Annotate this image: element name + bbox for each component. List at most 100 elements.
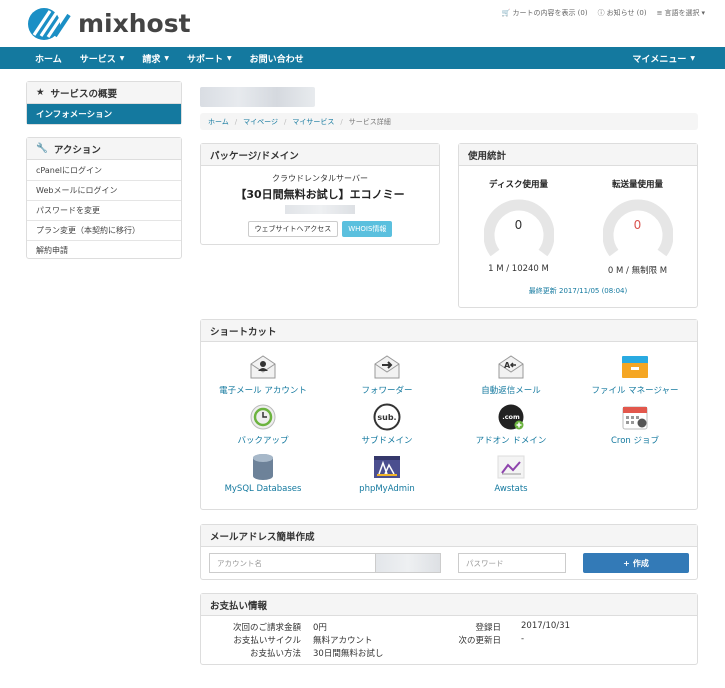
panel-title: メールアドレス簡単作成	[210, 531, 315, 543]
shortcut-cron-jobs[interactable]: Cron ジョブ	[573, 402, 697, 446]
cart-link[interactable]: 🛒 カートの内容を表示 (0)	[502, 8, 588, 18]
password-input[interactable]: パスワード	[458, 553, 566, 573]
sidebar-item-change-password[interactable]: パスワードを変更	[27, 200, 181, 220]
top-links: 🛒 カートの内容を表示 (0) ⓘ お知らせ (0) ≡ 言語を選択 ▾	[502, 8, 705, 18]
nav-home[interactable]: ホーム	[26, 52, 71, 65]
language-icon: ≡	[656, 9, 663, 17]
shortcut-file-manager[interactable]: ファイル マネージャー	[573, 352, 697, 396]
panel-header: 使用統計	[459, 144, 697, 166]
cart-icon: 🛒	[501, 9, 511, 17]
shortcut-addon-domains[interactable]: .com アドオン ドメイン	[449, 402, 573, 446]
notices-link[interactable]: ⓘ お知らせ (0)	[598, 8, 647, 18]
shortcut-label: バックアップ	[237, 436, 289, 446]
bandwidth-gauge-value: 0	[633, 218, 642, 232]
payment-panel: お支払い情報 次回のご請求金額 0円 お支払いサイクル 無料アカウント お支払い…	[200, 593, 698, 665]
package-name: 【30日間無料お試し】エコノミー	[235, 188, 405, 201]
next-amount-value: 0円	[313, 623, 327, 633]
shortcut-label: 自動返信メール	[481, 386, 541, 396]
panel-header: 🔧 アクション	[27, 138, 181, 160]
sidebar-item-cpanel-login[interactable]: cPanelにログイン	[27, 160, 181, 180]
sidebar-item-cancel[interactable]: 解約申請	[27, 240, 181, 260]
panel-header: パッケージ/ドメイン	[201, 144, 439, 166]
nav-contact[interactable]: お問い合わせ	[241, 52, 313, 65]
shortcut-label: アドオン ドメイン	[475, 436, 547, 446]
cart-label: カートの内容を表示 (0)	[512, 9, 588, 17]
breadcrumb-mypage[interactable]: マイページ	[243, 117, 278, 127]
breadcrumb-home[interactable]: ホーム	[208, 117, 229, 127]
wrench-icon: 🔧	[36, 143, 48, 154]
shortcut-label: Awstats	[494, 484, 528, 494]
create-mail-button[interactable]: + 作成	[583, 553, 689, 573]
payment-details: 次回のご請求金額 0円 お支払いサイクル 無料アカウント お支払い方法 30日間…	[201, 616, 697, 664]
panel-title: お支払い情報	[210, 600, 268, 612]
redacted-domain-title	[200, 87, 315, 107]
addon-domains-icon: .com	[496, 402, 526, 432]
registration-date-value: 2017/10/31	[521, 621, 570, 631]
shortcuts-panel: ショートカット 電子メール アカウント フォワーダー A 自動返信メール ファイ…	[200, 319, 698, 510]
awstats-icon	[496, 452, 526, 482]
shortcut-phpmyadmin[interactable]: phpMyAdmin	[325, 452, 449, 494]
backup-icon	[248, 402, 278, 432]
shortcut-subdomains[interactable]: sub. サブドメイン	[325, 402, 449, 446]
shortcut-label: サブドメイン	[361, 436, 413, 446]
nav-contact-label: お問い合わせ	[249, 54, 304, 65]
chevron-down-icon: ▼	[119, 54, 125, 62]
sidebar-item-webmail-login[interactable]: Webメールにログイン	[27, 180, 181, 200]
visit-website-button[interactable]: ウェブサイトへアクセス	[247, 221, 339, 237]
redacted-domain-suffix	[376, 553, 441, 573]
account-name-input[interactable]: アカウント名	[209, 553, 376, 573]
language-select[interactable]: ≡ 言語を選択 ▾	[657, 8, 705, 18]
shortcut-label: フォワーダー	[361, 386, 413, 396]
top-header: mixhost 🛒 カートの内容を表示 (0) ⓘ お知らせ (0) ≡ 言語を選択 ▾	[0, 0, 725, 46]
whois-button[interactable]: WHOIS情報	[342, 221, 393, 237]
nav-support[interactable]: サポート ▼	[178, 52, 241, 65]
shortcut-label: phpMyAdmin	[359, 484, 415, 494]
panel-header: ★ サービスの概要	[27, 82, 181, 104]
shortcut-mysql-databases[interactable]: MySQL Databases	[201, 452, 325, 494]
shortcut-email-accounts[interactable]: 電子メール アカウント	[201, 352, 325, 396]
usage-columns: ディスク使用量 0 1 M / 10240 M 転送量使用量 0 0 M / 無…	[459, 166, 697, 276]
nav-my-menu[interactable]: マイメニュー ▼	[632, 47, 695, 69]
shortcut-label: MySQL Databases	[224, 484, 302, 494]
package-body: クラウドレンタルサーバー 【30日間無料お試し】エコノミー ウェブサイトへアクセ…	[201, 166, 439, 237]
nav-support-label: サポート	[187, 54, 224, 65]
mail-create-form: アカウント名 パスワード + 作成	[201, 547, 697, 579]
panel-title: 使用統計	[468, 150, 507, 162]
breadcrumb-separator: /	[284, 117, 287, 126]
shortcut-awstats[interactable]: Awstats	[449, 452, 573, 494]
panel-header: メールアドレス簡単作成	[201, 525, 697, 547]
forwarders-icon	[372, 352, 402, 382]
panel-header: ショートカット	[201, 320, 697, 342]
shortcut-autoresponders[interactable]: A 自動返信メール	[449, 352, 573, 396]
language-label: 言語を選択	[664, 9, 700, 17]
nav-billing[interactable]: 請求 ▼	[133, 52, 178, 65]
method-value: 30日間無料お試し	[313, 649, 384, 659]
svg-text:A: A	[504, 361, 511, 370]
package-panel: パッケージ/ドメイン クラウドレンタルサーバー 【30日間無料お試し】エコノミー…	[200, 143, 440, 245]
bandwidth-usage-label: 転送量使用量	[611, 180, 663, 190]
subdomains-icon: sub.	[372, 402, 402, 432]
breadcrumb-myservice[interactable]: マイサービス	[292, 117, 334, 127]
nav-services[interactable]: サービス ▼	[71, 52, 134, 65]
svg-text:.com: .com	[502, 413, 520, 421]
breadcrumb: ホーム / マイページ / マイサービス / サービス詳細	[200, 113, 698, 130]
disk-gauge: 0	[483, 198, 554, 268]
cron-jobs-icon	[620, 402, 650, 432]
disk-usage: ディスク使用量 0 1 M / 10240 M	[459, 166, 578, 276]
chevron-down-icon: ▾	[701, 9, 705, 17]
panel-header: お支払い情報	[201, 594, 697, 616]
sidebar-item-change-plan[interactable]: プラン変更（本契約に移行）	[27, 220, 181, 240]
panel-title: サービスの概要	[50, 88, 118, 100]
logo-text: mixhost	[78, 8, 191, 38]
shortcut-backup[interactable]: バックアップ	[201, 402, 325, 446]
panel-title: アクション	[53, 144, 101, 156]
mixhost-logo[interactable]: mixhost	[26, 5, 191, 41]
shortcut-forwarders[interactable]: フォワーダー	[325, 352, 449, 396]
package-subtitle: クラウドレンタルサーバー	[272, 174, 368, 183]
shortcut-label: 電子メール アカウント	[219, 386, 307, 396]
chevron-down-icon: ▼	[690, 54, 695, 62]
registration-date-label: 登録日	[475, 623, 501, 633]
mysql-databases-icon	[248, 452, 278, 482]
svg-text:sub.: sub.	[377, 413, 396, 422]
sidebar-item-information[interactable]: インフォメーション	[27, 104, 181, 124]
